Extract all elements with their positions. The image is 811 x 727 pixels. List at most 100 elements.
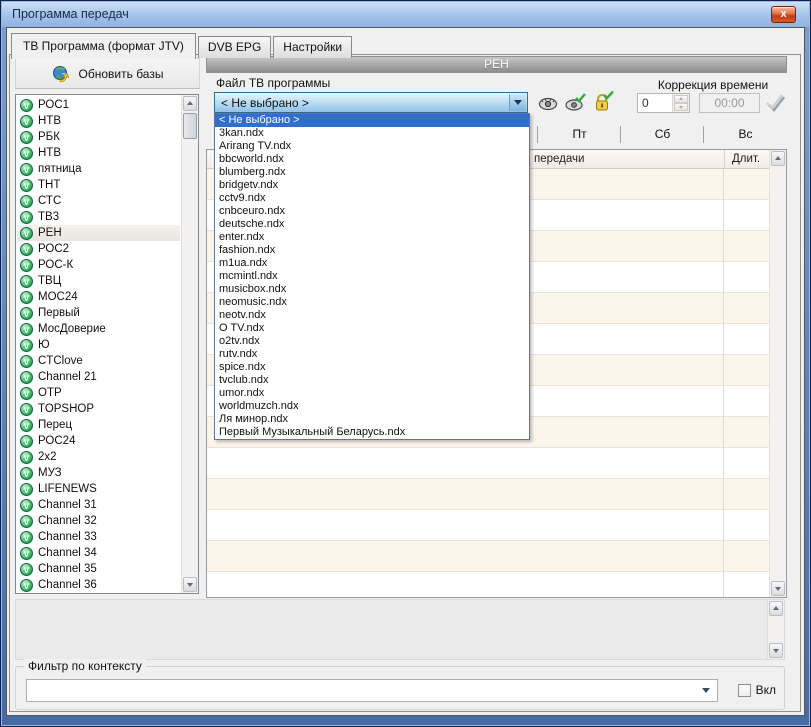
channel-list-item[interactable]: РОС24 [17,433,180,449]
scroll-down-icon[interactable] [771,581,785,596]
channel-list-item[interactable]: TOPSHOP [17,401,180,417]
channel-list-item[interactable]: НТВ [17,145,180,161]
scroll-down-icon[interactable] [183,577,197,592]
channel-v-icon [20,243,33,256]
channel-list-item[interactable]: РЕН [17,225,180,241]
channel-list-item[interactable]: МОС24 [17,289,180,305]
eye-check-icon[interactable] [564,92,586,114]
channel-list-item[interactable]: ТНТ [17,177,180,193]
lock-check-icon[interactable] [592,91,614,113]
channel-list-item[interactable]: СТС [17,193,180,209]
dropdown-option[interactable]: spice.ndx [215,361,529,374]
offset-spin-edit[interactable]: 0 [637,93,690,113]
channel-list-item[interactable]: МосДоверие [17,321,180,337]
scrollbar-thumb[interactable] [183,113,197,139]
dropdown-option[interactable]: m1ua.ndx [215,257,529,270]
day-tab[interactable]: Пт [538,122,621,147]
channel-list-item[interactable]: Channel 32 [17,513,180,529]
channel-list-item[interactable]: пятница [17,161,180,177]
dropdown-option[interactable]: fashion.ndx [215,244,529,257]
dropdown-option[interactable]: cnbceuro.ndx [215,205,529,218]
channel-list-items: РОС1 НТВ РБК [17,97,180,593]
channel-list-item[interactable]: ОТР [17,385,180,401]
dropdown-option[interactable]: O TV.ndx [215,322,529,335]
channel-list-item[interactable]: ТВЦ [17,273,180,289]
dropdown-option[interactable]: cctv9.ndx [215,192,529,205]
channel-list-item[interactable]: Перец [17,417,180,433]
file-program-combobox[interactable]: < Не выбрано > [214,92,528,113]
dropdown-option[interactable]: deutsche.ndx [215,218,529,231]
dropdown-option[interactable]: blumberg.ndx [215,166,529,179]
channel-label: Channel 31 [38,499,97,511]
chevron-down-icon[interactable] [702,688,710,697]
details-scrollbar[interactable] [767,600,784,659]
channel-v-icon [20,115,33,128]
chevron-down-icon[interactable] [509,94,526,111]
titlebar[interactable]: Программа передач x [2,2,809,27]
channel-list-item[interactable]: НТВ [17,113,180,129]
channel-list-item[interactable]: 2x2 [17,449,180,465]
channel-list-item[interactable]: Channel 31 [17,497,180,513]
table-scrollbar[interactable] [769,150,786,597]
dropdown-option[interactable]: umor.ndx [215,387,529,400]
channel-list[interactable]: РОС1 НТВ РБК [15,94,199,594]
dropdown-option[interactable]: Ля минор.ndx [215,413,529,426]
selected-channel-header: РЕН [206,56,787,73]
dropdown-option[interactable]: neomusic.ndx [215,296,529,309]
day-tab[interactable]: Вс [704,122,787,147]
dropdown-option[interactable]: neotv.ndx [215,309,529,322]
double-check-icon[interactable] [763,90,789,116]
update-databases-button[interactable]: Обновить базы [15,58,200,89]
spin-down-icon[interactable] [674,103,688,111]
close-button[interactable]: x [771,6,796,23]
channel-list-item[interactable]: LIFENEWS [17,481,180,497]
filter-enable-checkbox[interactable] [738,684,751,697]
file-dropdown-list[interactable]: < Не выбрано > 3kan.ndx Arirang TV.ndx b… [214,113,530,440]
dropdown-option[interactable]: 3kan.ndx [215,127,529,140]
channel-list-item[interactable]: Channel 34 [17,545,180,561]
dropdown-option[interactable]: o2tv.ndx [215,335,529,348]
dropdown-option[interactable]: enter.ndx [215,231,529,244]
channel-v-icon [20,339,33,352]
scroll-up-icon[interactable] [771,151,785,166]
eye-icon[interactable] [537,92,559,114]
dropdown-option[interactable]: Arirang TV.ndx [215,140,529,153]
dropdown-option[interactable]: bridgetv.ndx [215,179,529,192]
channel-list-item[interactable]: Channel 21 [17,369,180,385]
channel-list-item[interactable]: Channel 33 [17,529,180,545]
tab-settings[interactable]: Настройки [273,36,352,58]
channel-list-item[interactable]: РОС-К [17,257,180,273]
channel-list-scrollbar[interactable] [181,95,198,593]
channel-list-item[interactable]: Channel 36 [17,577,180,593]
dropdown-option[interactable]: mcmintl.ndx [215,270,529,283]
dropdown-option[interactable]: bbcworld.ndx [215,153,529,166]
channel-list-item[interactable]: Ю [17,337,180,353]
dropdown-option[interactable]: tvclub.ndx [215,374,529,387]
tab-dvb-epg[interactable]: DVB EPG [198,36,271,58]
channel-list-item[interactable]: РБК [17,129,180,145]
tab-tv-program-jtv[interactable]: ТВ Программа (формат JTV) [11,33,196,59]
channel-list-item[interactable]: РОС1 [17,97,180,113]
channel-label: РОС1 [38,99,69,111]
spinner-buttons[interactable] [672,94,689,112]
channel-list-item[interactable]: Первый [17,305,180,321]
dropdown-option[interactable]: musicbox.ndx [215,283,529,296]
day-tab[interactable]: Сб [621,122,704,147]
channel-list-item[interactable]: МУЗ [17,465,180,481]
offset-value: 0 [642,96,649,110]
channel-list-item[interactable]: Channel 35 [17,561,180,577]
scroll-down-icon[interactable] [769,643,783,658]
dropdown-option[interactable]: worldmuzch.ndx [215,400,529,413]
time-offset-field[interactable]: 00:00 [699,93,760,113]
channel-list-item[interactable]: CTClove [17,353,180,369]
spin-up-icon[interactable] [674,95,688,103]
channel-list-item[interactable]: РОС2 [17,241,180,257]
channel-list-item[interactable]: ТВ3 [17,209,180,225]
scroll-up-icon[interactable] [183,96,197,111]
dropdown-option[interactable]: rutv.ndx [215,348,529,361]
dropdown-option[interactable]: < Не выбрано > [215,114,529,127]
scroll-up-icon[interactable] [769,601,783,616]
context-filter-input[interactable] [26,679,718,702]
dropdown-option[interactable]: Первый Музыкальный Беларусь.ndx [215,426,529,439]
channel-v-icon [20,387,33,400]
